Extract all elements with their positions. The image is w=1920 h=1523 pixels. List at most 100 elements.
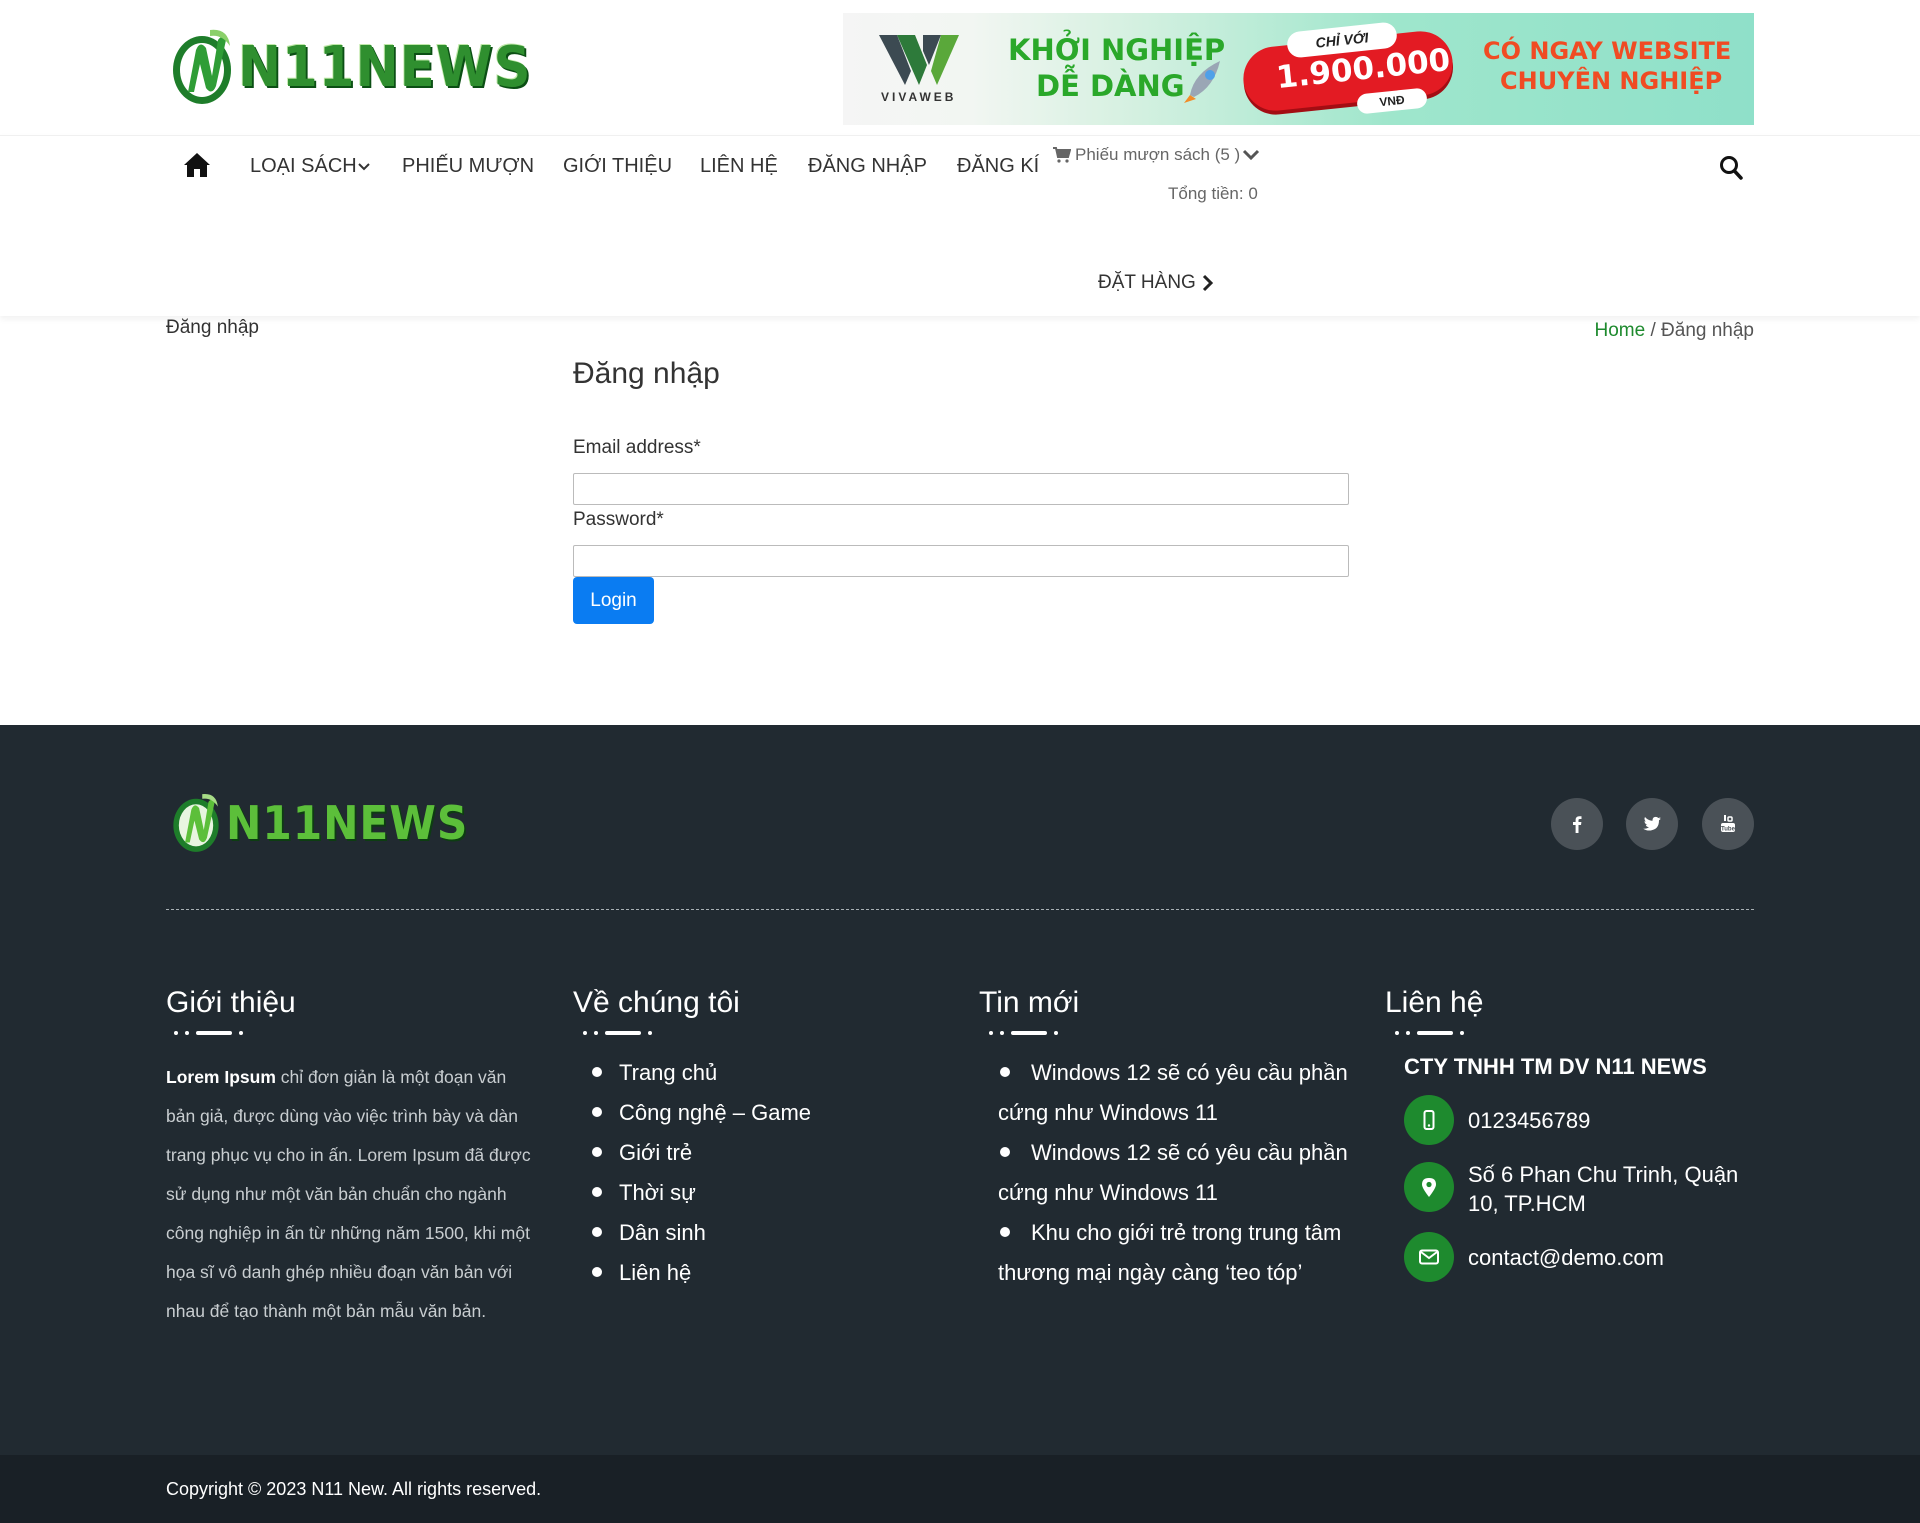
chevron-right-icon xyxy=(1202,274,1213,292)
youtube-button[interactable]: Tube xyxy=(1702,798,1754,850)
footer-link[interactable]: Công nghệ – Game xyxy=(592,1093,811,1133)
breadcrumb: Home / Đăng nhập xyxy=(1595,320,1755,342)
footer-aboutus-links: Trang chủ Công nghệ – Game Giới trẻ Thời… xyxy=(592,1053,811,1293)
breadcrumb-home-link[interactable]: Home xyxy=(1595,320,1646,341)
youtube-icon: Tube xyxy=(1721,815,1736,833)
header-top: N11NEWS VIVAWEB KHỞI NGHIỆP DỄ DÀNG CHỈ … xyxy=(0,0,1920,135)
svg-text:Tube: Tube xyxy=(1721,827,1736,833)
footer-link-label: Liên hệ xyxy=(619,1260,692,1285)
footer-news-title: Tin mới xyxy=(979,986,1080,1019)
borrow-cart[interactable]: Phiếu mượn sách (5 ) xyxy=(1053,145,1260,165)
news-item-title: Khu cho giới trẻ trong trung tâm thương … xyxy=(998,1220,1342,1285)
phone-icon xyxy=(1423,1110,1435,1130)
cart-label: Phiếu mượn sách (5 ) xyxy=(1075,145,1241,164)
order-label: ĐẶT HÀNG xyxy=(1098,272,1196,293)
footer-link-label: Dân sinh xyxy=(619,1220,706,1245)
login-button[interactable]: Login xyxy=(573,577,654,624)
contact-phone[interactable]: 0123456789 xyxy=(1468,1106,1590,1135)
footer-contact-title: Liên hệ xyxy=(1385,986,1484,1019)
banner-brand: VIVAWEB xyxy=(881,90,957,104)
footer-link-label: Thời sự xyxy=(619,1180,696,1205)
nav-item-register[interactable]: ĐĂNG KÍ xyxy=(957,155,1039,178)
bullet xyxy=(1000,1067,1010,1078)
news-item-title: Windows 12 sẽ có yêu cầu phần cứng như W… xyxy=(998,1140,1348,1205)
title-underline xyxy=(583,1031,652,1035)
news-item[interactable]: Windows 12 sẽ có yêu cầu phần cứng như W… xyxy=(998,1133,1358,1213)
search-icon[interactable] xyxy=(1719,155,1743,181)
footer-link[interactable]: Giới trẻ xyxy=(592,1133,811,1173)
footer-aboutus-title: Về chúng tôi xyxy=(573,986,740,1019)
footer-link-label: Trang chủ xyxy=(619,1060,718,1085)
banner-right-line1: CÓ NGAY WEBSITE xyxy=(1483,37,1732,65)
nav-item-borrow-slip[interactable]: PHIẾU MƯỢN xyxy=(402,155,534,178)
company-name: CTY TNHH TM DV N11 NEWS xyxy=(1404,1054,1707,1079)
footer-about-title: Giới thiệu xyxy=(166,986,296,1019)
order-button[interactable]: ĐẶT HÀNG xyxy=(1098,272,1214,294)
cart-total: Tổng tiền: 0 xyxy=(1168,184,1258,203)
nav-item-contact[interactable]: LIÊN HỆ xyxy=(700,155,778,178)
password-label: Password* xyxy=(573,509,664,530)
nav-item-login[interactable]: ĐĂNG NHẬP xyxy=(808,155,927,178)
twitter-button[interactable] xyxy=(1626,798,1678,850)
contact-email[interactable]: contact@demo.com xyxy=(1468,1243,1664,1272)
footer-news-list: Windows 12 sẽ có yêu cầu phần cứng như W… xyxy=(998,1053,1358,1293)
footer-link-label: Giới trẻ xyxy=(619,1140,693,1165)
footer-link[interactable]: Trang chủ xyxy=(592,1053,811,1093)
site-logo[interactable]: N11NEWS xyxy=(170,26,557,108)
cart-icon xyxy=(1053,147,1071,163)
password-field[interactable] xyxy=(573,545,1349,577)
rocket-icon xyxy=(1184,61,1220,103)
location-icon-badge xyxy=(1404,1162,1454,1212)
banner-right-line2: CHUYÊN NGHIỆP xyxy=(1500,67,1723,95)
facebook-icon xyxy=(1573,816,1582,833)
footer-divider xyxy=(166,909,1754,910)
bullet xyxy=(592,1147,602,1158)
news-item-title: Windows 12 sẽ có yêu cầu phần cứng như W… xyxy=(998,1060,1348,1125)
facebook-button[interactable] xyxy=(1551,798,1603,850)
footer-link-label: Công nghệ – Game xyxy=(619,1100,812,1125)
about-lead: Lorem Ipsum xyxy=(166,1067,276,1087)
chevron-down-icon[interactable] xyxy=(357,162,371,172)
home-icon[interactable] xyxy=(183,152,211,178)
bullet xyxy=(592,1227,602,1238)
nav-item-about[interactable]: GIỚI THIỆU xyxy=(563,155,672,178)
page-title: Đăng nhập xyxy=(166,317,259,338)
title-underline xyxy=(989,1031,1058,1035)
footer-link[interactable]: Thời sự xyxy=(592,1173,811,1213)
news-item[interactable]: Windows 12 sẽ có yêu cầu phần cứng như W… xyxy=(998,1053,1358,1133)
copyright-text: Copyright © 2023 N11 New. All rights res… xyxy=(166,1479,542,1499)
breadcrumb-current: Đăng nhập xyxy=(1661,320,1754,341)
nav-item-book-types[interactable]: LOẠI SÁCH xyxy=(250,155,357,178)
twitter-icon xyxy=(1643,816,1661,831)
email-field[interactable] xyxy=(573,473,1349,505)
bullet xyxy=(1000,1147,1010,1158)
bullet xyxy=(592,1187,602,1198)
bullet xyxy=(592,1107,602,1118)
vivaweb-logo-icon xyxy=(879,35,959,85)
news-item[interactable]: Khu cho giới trẻ trong trung tâm thương … xyxy=(998,1213,1358,1293)
title-underline xyxy=(174,1031,243,1035)
footer-logo-text: N11NEWS xyxy=(226,796,469,850)
bullet xyxy=(1000,1227,1010,1238)
location-pin-icon xyxy=(1422,1178,1436,1197)
footer-link[interactable]: Liên hệ xyxy=(592,1253,811,1293)
email-icon-badge xyxy=(1404,1232,1454,1282)
phone-icon-badge xyxy=(1404,1095,1454,1145)
bullet xyxy=(592,1267,602,1278)
login-form-title: Đăng nhập xyxy=(573,357,720,390)
footer-about-text: Lorem Ipsum chỉ đơn giản là một đoạn văn… xyxy=(166,1058,538,1331)
title-underline xyxy=(1395,1031,1464,1035)
ad-banner[interactable]: VIVAWEB KHỞI NGHIỆP DỄ DÀNG CHỈ VỚI 1.90… xyxy=(843,13,1754,125)
about-body: chỉ đơn giản là một đoạn văn bản giả, đư… xyxy=(166,1067,531,1321)
footer-link[interactable]: Dân sinh xyxy=(592,1213,811,1253)
footer-logo[interactable]: N11NEWS xyxy=(170,791,489,855)
envelope-icon xyxy=(1419,1249,1439,1265)
logo-text: N11NEWS xyxy=(238,34,532,100)
bullet xyxy=(592,1067,602,1078)
breadcrumb-separator: / xyxy=(1645,320,1662,341)
contact-address: Số 6 Phan Chu Trinh, Quận 10, TP.HCM xyxy=(1468,1162,1739,1216)
banner-line2: DỄ DÀNG xyxy=(1036,69,1185,103)
chevron-down-icon xyxy=(1243,149,1260,161)
logo-swirl-icon xyxy=(173,793,219,852)
email-label: Email address* xyxy=(573,437,701,458)
